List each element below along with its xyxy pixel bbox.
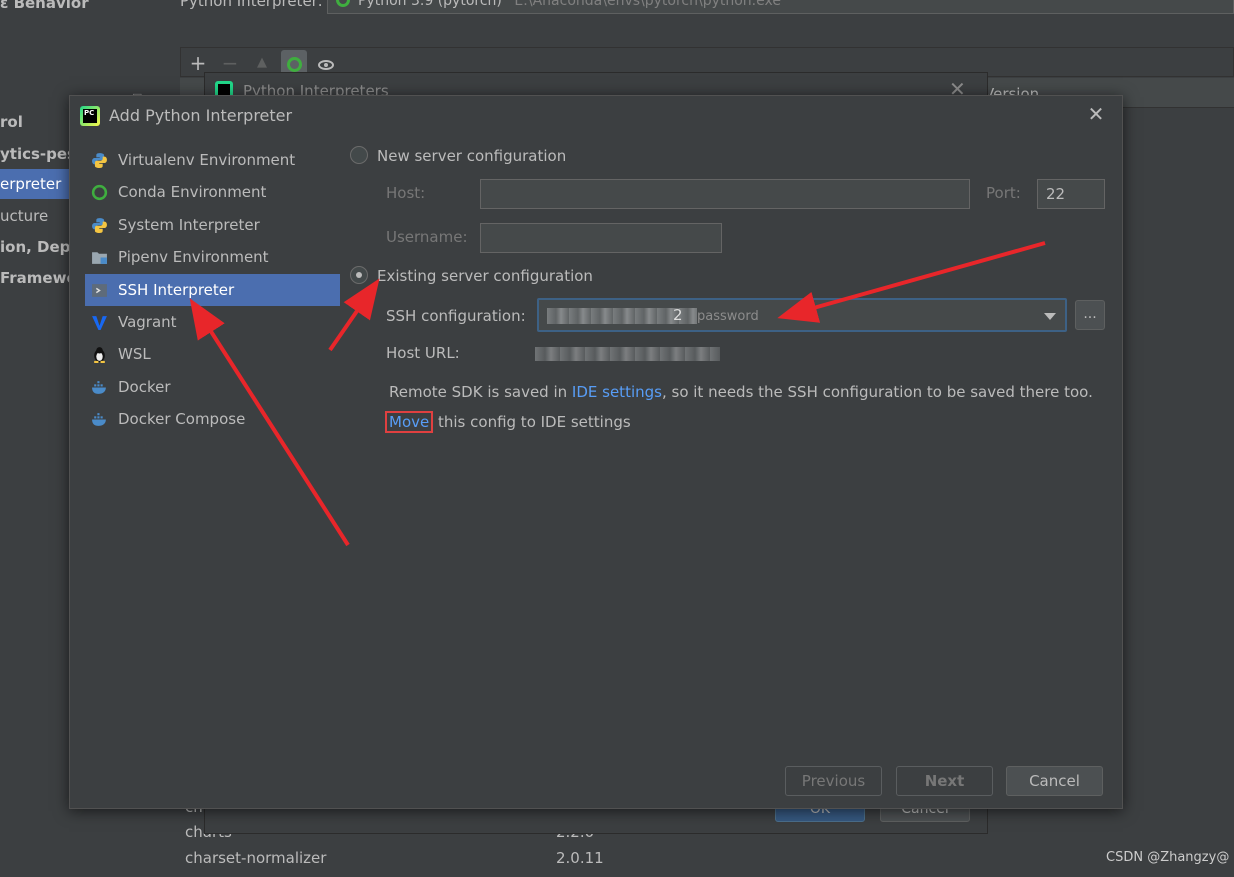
linux-penguin-icon (94, 347, 105, 364)
python-icon (92, 217, 107, 233)
port-label: Port: (986, 184, 1021, 202)
conda-icon (336, 0, 350, 7)
redacted-host-url (535, 347, 720, 361)
interpreter-combo[interactable]: Python 3.9 (pytorch) E:\Anaconda\envs\py… (327, 0, 1234, 14)
conda-icon (286, 57, 302, 72)
sidebar-item-conda[interactable]: Conda Environment (85, 176, 340, 208)
sidebar-item-wsl[interactable]: WSL (85, 338, 340, 370)
sidebar-item-system[interactable]: System Interpreter (85, 209, 340, 241)
username-input[interactable] (480, 223, 722, 253)
host-url-label: Host URL: (386, 344, 460, 362)
eye-icon (318, 59, 334, 70)
pipenv-folder-icon (92, 252, 107, 265)
ide-settings-link[interactable]: IDE settings (572, 383, 662, 401)
sidebar-item-virtualenv[interactable]: Virtualenv Environment (85, 144, 340, 176)
sidebar-item-ssh[interactable]: SSH Interpreter (85, 273, 340, 306)
new-server-radio[interactable]: New server configuration (350, 144, 566, 168)
settings-item-frameworks[interactable]: Framewo (0, 263, 77, 293)
existing-server-radio[interactable]: Existing server configuration (350, 264, 593, 288)
interpreter-label: Python Interpreter: (180, 0, 323, 10)
browse-button[interactable]: ... (1075, 300, 1105, 330)
ssh-configuration-combo[interactable]: 2 password (537, 298, 1067, 332)
remote-sdk-note: Remote SDK is saved in IDE settings, so … (389, 383, 1093, 401)
move-config-note: Move this config to IDE settings (385, 411, 631, 433)
host-label: Host: (386, 184, 426, 202)
close-icon[interactable]: ✕ (1084, 102, 1108, 126)
conda-icon (91, 185, 108, 201)
interpreter-value: Python 3.9 (pytorch) (358, 0, 502, 9)
interpreter-type-list: Virtualenv Environment Conda Environment… (85, 144, 340, 436)
settings-item-version-control[interactable]: rol (0, 107, 23, 137)
ssh-interpreter-form: New server configuration Host: Port: 22 … (350, 136, 1110, 736)
add-python-interpreter-dialog: PC Add Python Interpreter ✕ Virtualenv E… (69, 95, 1123, 809)
cancel-button[interactable]: Cancel (1006, 766, 1103, 796)
sidebar-item-pipenv[interactable]: Pipenv Environment (85, 241, 340, 273)
next-button[interactable]: Next (896, 766, 993, 796)
chevron-down-icon[interactable] (1044, 313, 1056, 320)
table-cell-version: 2.0.11 (556, 849, 604, 867)
pycharm-logo-icon: PC (80, 106, 100, 126)
auth-type-hint: password (697, 309, 759, 324)
docker-compose-icon (92, 413, 106, 426)
dialog-title: Add Python Interpreter (109, 106, 293, 125)
settings-item-behavior[interactable]: ɛ Behavior (0, 0, 89, 18)
python-icon (92, 153, 107, 168)
settings-item-project-structure[interactable]: ucture (0, 201, 48, 231)
ssh-configuration-label: SSH configuration: (386, 307, 526, 325)
move-link[interactable]: Move (385, 411, 434, 433)
ssh-terminal-icon (92, 283, 107, 297)
radio-icon[interactable] (350, 265, 368, 284)
table-row[interactable]: charset-normalizer (185, 846, 326, 870)
watermark: CSDN @Zhangzy@ (1106, 850, 1230, 865)
host-input[interactable] (480, 179, 970, 209)
vagrant-icon (92, 316, 107, 330)
radio-icon[interactable] (350, 145, 368, 164)
docker-icon (92, 380, 106, 394)
port-input[interactable]: 22 (1037, 179, 1105, 209)
interpreter-path: E:\Anaconda\envs\pytorch\python.exe (514, 0, 781, 9)
ssh-configuration-value: 2 (673, 306, 683, 324)
username-label: Username: (386, 228, 468, 246)
sidebar-item-docker-compose[interactable]: Docker Compose (85, 403, 340, 435)
previous-button[interactable]: Previous (785, 766, 882, 796)
sidebar-item-vagrant[interactable]: Vagrant (85, 306, 340, 338)
settings-item-python-interpreter[interactable]: erpreter (0, 169, 70, 199)
sidebar-item-docker[interactable]: Docker (85, 371, 340, 403)
